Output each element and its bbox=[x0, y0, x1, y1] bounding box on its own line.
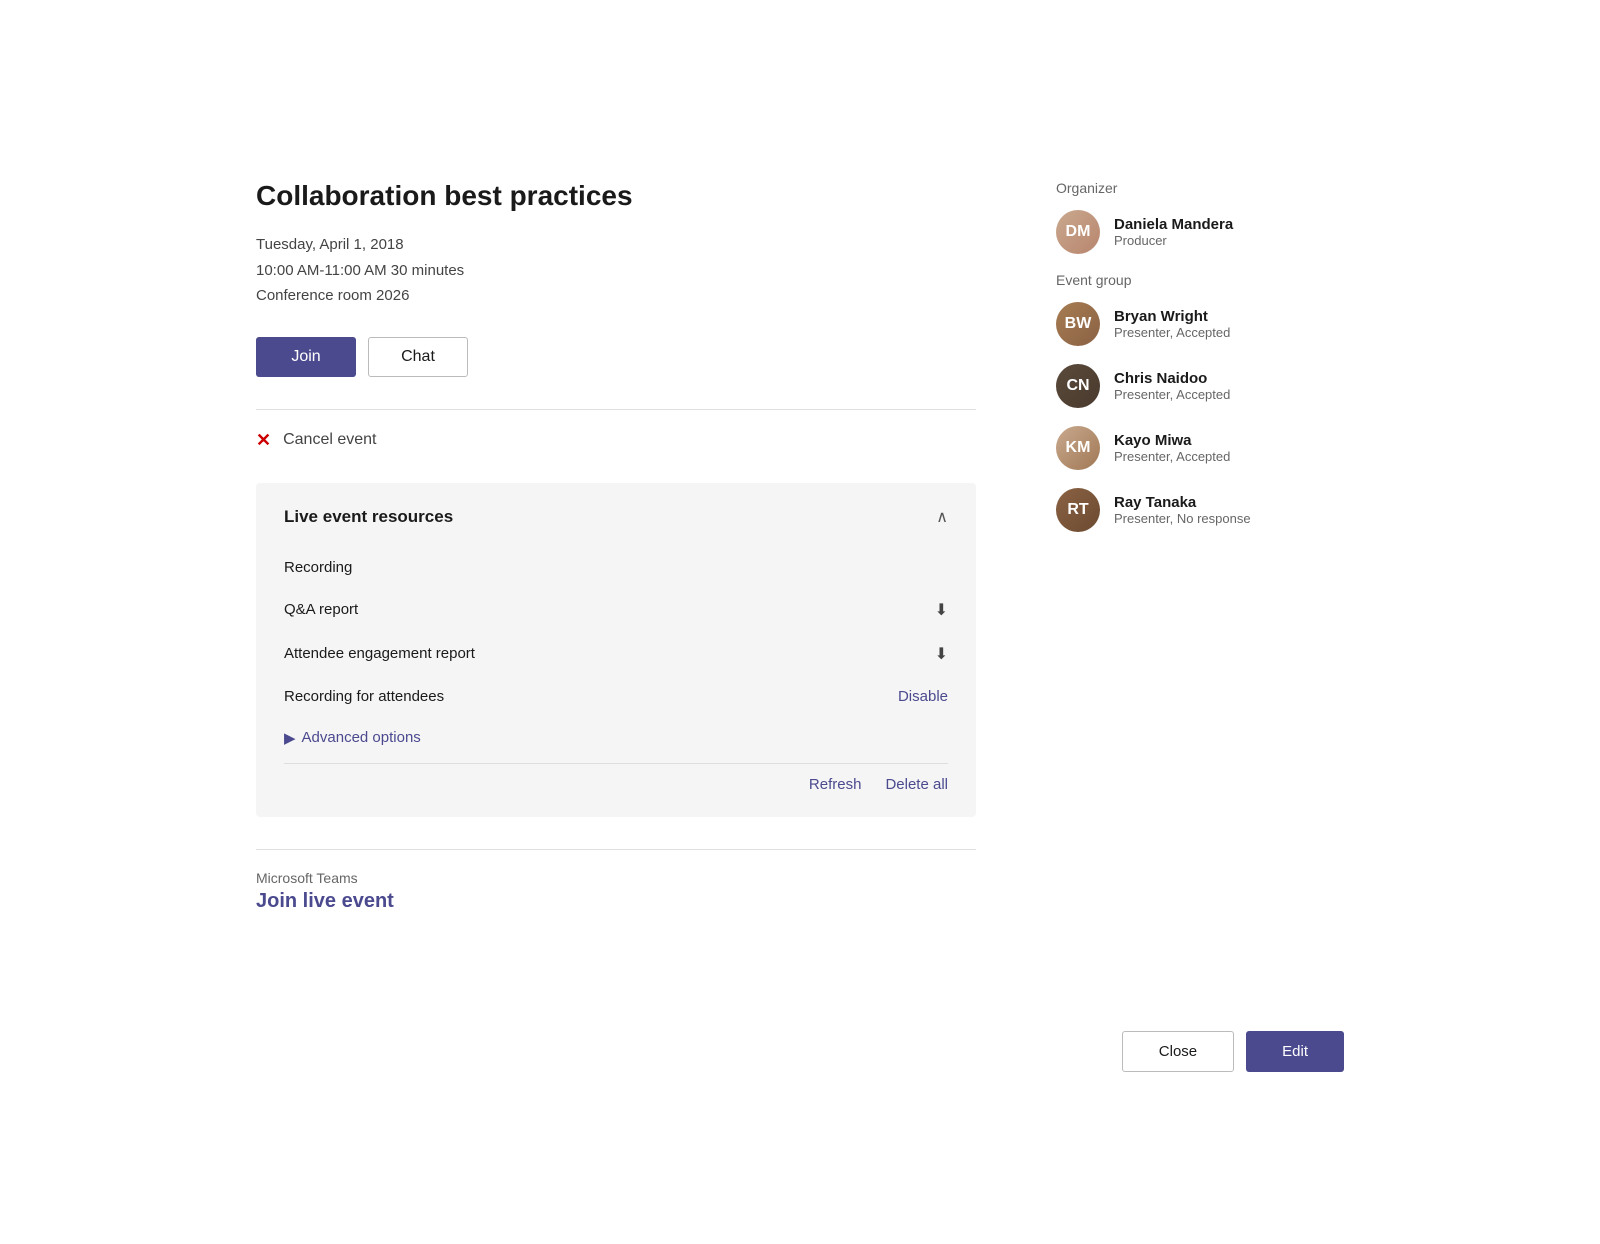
chris-name: Chris Naidoo bbox=[1114, 370, 1230, 387]
organizer-row: DM Daniela Mandera Producer bbox=[1056, 210, 1344, 254]
bryan-role: Presenter, Accepted bbox=[1114, 325, 1230, 340]
member-row-ray: RT Ray Tanaka Presenter, No response bbox=[1056, 488, 1344, 532]
member-row-bryan: BW Bryan Wright Presenter, Accepted bbox=[1056, 302, 1344, 346]
resources-header: Live event resources ∧ bbox=[284, 507, 948, 527]
resources-footer: Refresh Delete all bbox=[284, 763, 948, 793]
advanced-options-toggle[interactable]: ▶ Advanced options bbox=[284, 729, 948, 747]
kayo-initials: KM bbox=[1056, 426, 1100, 470]
bryan-initials: BW bbox=[1056, 302, 1100, 346]
bryan-name: Bryan Wright bbox=[1114, 308, 1230, 325]
chris-role: Presenter, Accepted bbox=[1114, 387, 1230, 402]
delete-all-button[interactable]: Delete all bbox=[885, 776, 948, 793]
resource-row-qa: Q&A report ⬇ bbox=[284, 588, 948, 632]
kayo-info: Kayo Miwa Presenter, Accepted bbox=[1114, 432, 1230, 464]
divider-2 bbox=[256, 849, 976, 850]
edit-button[interactable]: Edit bbox=[1246, 1031, 1344, 1072]
avatar-bryan: BW bbox=[1056, 302, 1100, 346]
divider-1 bbox=[256, 409, 976, 410]
avatar-chris: CN bbox=[1056, 364, 1100, 408]
advanced-options-label: Advanced options bbox=[302, 729, 421, 746]
organizer-role: Producer bbox=[1114, 233, 1233, 248]
advanced-options-chevron: ▶ bbox=[284, 729, 296, 747]
resources-title: Live event resources bbox=[284, 507, 453, 527]
ray-initials: RT bbox=[1056, 488, 1100, 532]
chevron-up-icon[interactable]: ∧ bbox=[936, 507, 948, 527]
avatar-kayo: KM bbox=[1056, 426, 1100, 470]
left-panel: Collaboration best practices Tuesday, Ap… bbox=[256, 180, 1024, 1064]
recording-attendees-label: Recording for attendees bbox=[284, 688, 444, 705]
event-meta: Tuesday, April 1, 2018 10:00 AM-11:00 AM… bbox=[256, 232, 976, 309]
ray-role: Presenter, No response bbox=[1114, 511, 1251, 526]
organizer-initials: DM bbox=[1056, 210, 1100, 254]
avatar-daniela: DM bbox=[1056, 210, 1100, 254]
refresh-button[interactable]: Refresh bbox=[809, 776, 862, 793]
ray-name: Ray Tanaka bbox=[1114, 494, 1251, 511]
microsoft-teams-section: Microsoft Teams Join live event bbox=[256, 870, 976, 913]
member-row-chris: CN Chris Naidoo Presenter, Accepted bbox=[1056, 364, 1344, 408]
chris-initials: CN bbox=[1056, 364, 1100, 408]
live-event-resources-panel: Live event resources ∧ Recording Q&A rep… bbox=[256, 483, 976, 817]
event-group-section-label: Event group bbox=[1056, 272, 1344, 288]
resource-row-recording-attendees: Recording for attendees Disable bbox=[284, 676, 948, 717]
engagement-download-icon[interactable]: ⬇ bbox=[935, 644, 948, 664]
event-date: Tuesday, April 1, 2018 bbox=[256, 232, 976, 258]
action-buttons: Join Chat bbox=[256, 337, 976, 377]
join-live-event-link[interactable]: Join live event bbox=[256, 890, 976, 913]
chris-info: Chris Naidoo Presenter, Accepted bbox=[1114, 370, 1230, 402]
bottom-buttons: Close Edit bbox=[1122, 1031, 1344, 1072]
bryan-info: Bryan Wright Presenter, Accepted bbox=[1114, 308, 1230, 340]
event-dialog: Collaboration best practices Tuesday, Ap… bbox=[200, 132, 1400, 1112]
organizer-section-label: Organizer bbox=[1056, 180, 1344, 196]
avatar-ray: RT bbox=[1056, 488, 1100, 532]
qa-download-icon[interactable]: ⬇ bbox=[935, 600, 948, 620]
engagement-label: Attendee engagement report bbox=[284, 645, 475, 662]
kayo-name: Kayo Miwa bbox=[1114, 432, 1230, 449]
recording-label: Recording bbox=[284, 559, 352, 576]
resource-row-recording: Recording bbox=[284, 547, 948, 588]
ray-info: Ray Tanaka Presenter, No response bbox=[1114, 494, 1251, 526]
qa-label: Q&A report bbox=[284, 601, 358, 618]
disable-button[interactable]: Disable bbox=[898, 688, 948, 705]
chat-button[interactable]: Chat bbox=[368, 337, 468, 377]
organizer-info: Daniela Mandera Producer bbox=[1114, 216, 1233, 248]
resource-row-engagement: Attendee engagement report ⬇ bbox=[284, 632, 948, 676]
kayo-role: Presenter, Accepted bbox=[1114, 449, 1230, 464]
cancel-event-row[interactable]: ✕ Cancel event bbox=[256, 430, 976, 451]
cancel-event-label: Cancel event bbox=[283, 431, 376, 449]
right-panel: Organizer DM Daniela Mandera Producer Ev… bbox=[1024, 180, 1344, 1064]
event-title: Collaboration best practices bbox=[256, 180, 976, 212]
organizer-name: Daniela Mandera bbox=[1114, 216, 1233, 233]
event-location: Conference room 2026 bbox=[256, 283, 976, 309]
member-row-kayo: KM Kayo Miwa Presenter, Accepted bbox=[1056, 426, 1344, 470]
event-time: 10:00 AM-11:00 AM 30 minutes bbox=[256, 258, 976, 284]
join-button[interactable]: Join bbox=[256, 337, 356, 377]
close-button[interactable]: Close bbox=[1122, 1031, 1234, 1072]
cancel-icon: ✕ bbox=[256, 430, 271, 451]
microsoft-teams-label: Microsoft Teams bbox=[256, 870, 976, 886]
